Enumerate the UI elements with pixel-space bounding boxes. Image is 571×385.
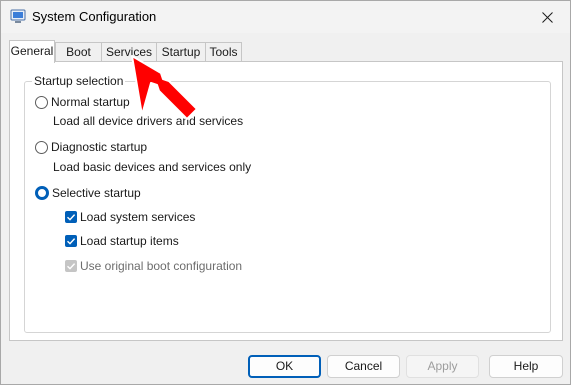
load-startup-items-checkbox[interactable]: Load startup items <box>65 234 179 248</box>
window-title: System Configuration <box>32 9 157 24</box>
diagnostic-startup-description: Load basic devices and services only <box>53 160 252 174</box>
tab-boot[interactable]: Boot <box>55 42 102 61</box>
selective-startup-label: Selective startup <box>52 186 141 200</box>
close-button[interactable] <box>524 1 570 33</box>
normal-startup-radio[interactable]: Normal startup <box>35 95 130 109</box>
diagnostic-startup-radio[interactable]: Diagnostic startup <box>35 140 147 154</box>
ok-button[interactable]: OK <box>248 355 321 378</box>
use-original-boot-config-checkbox: Use original boot configuration <box>65 259 242 273</box>
radio-unselected-icon <box>35 95 48 109</box>
msconfig-icon <box>10 9 26 23</box>
radio-selected-icon <box>35 186 49 200</box>
load-startup-items-label: Load startup items <box>80 234 179 248</box>
load-system-services-label: Load system services <box>80 210 196 224</box>
close-icon <box>541 11 553 23</box>
startup-selection-label: Startup selection <box>32 74 126 88</box>
selective-startup-radio[interactable]: Selective startup <box>35 186 141 200</box>
use-original-boot-config-label: Use original boot configuration <box>80 259 243 273</box>
tab-startup[interactable]: Startup <box>156 42 206 61</box>
title-bar[interactable]: System Configuration <box>1 1 570 33</box>
tab-services[interactable]: Services <box>101 42 157 61</box>
help-button[interactable]: Help <box>489 355 563 378</box>
checkmark-icon <box>65 260 77 272</box>
checkmark-icon <box>65 235 77 247</box>
radio-unselected-icon <box>35 140 48 154</box>
cancel-button[interactable]: Cancel <box>327 355 400 378</box>
apply-button: Apply <box>406 355 479 378</box>
tab-general[interactable]: General <box>9 40 55 63</box>
diagnostic-startup-label: Diagnostic startup <box>51 140 148 154</box>
tab-tools[interactable]: Tools <box>205 42 242 61</box>
normal-startup-description: Load all device drivers and services <box>53 114 244 128</box>
load-system-services-checkbox[interactable]: Load system services <box>65 210 195 224</box>
system-configuration-window: System Configuration General Boot Servic… <box>0 0 571 385</box>
checkmark-icon <box>65 211 77 223</box>
general-tab-panel: Startup selection Normal startup Load al… <box>9 61 563 341</box>
normal-startup-label: Normal startup <box>51 95 130 109</box>
